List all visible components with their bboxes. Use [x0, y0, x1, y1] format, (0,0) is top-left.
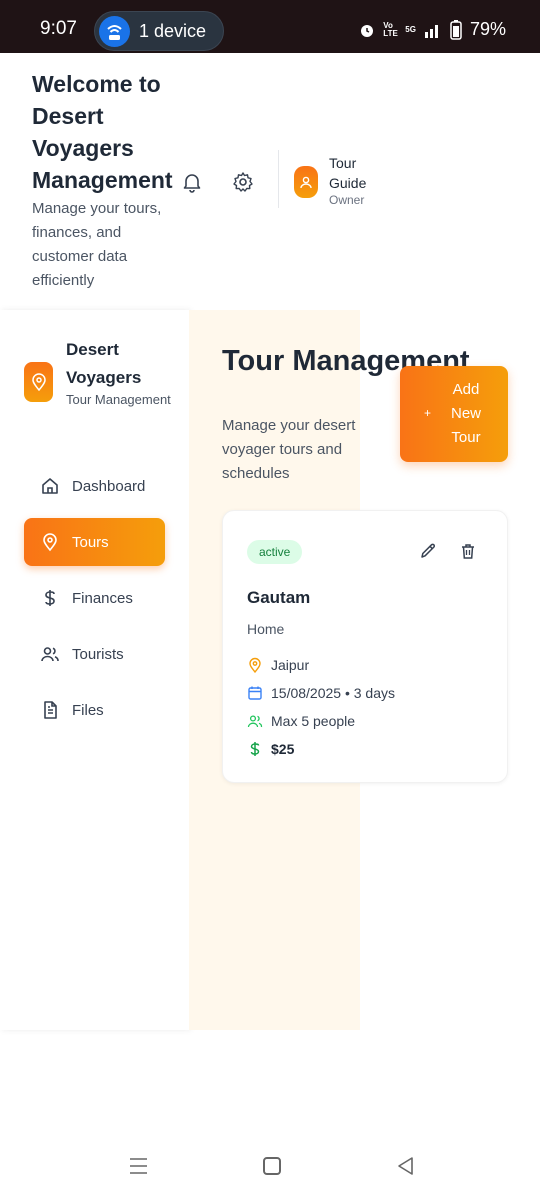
map-pin-icon	[40, 532, 60, 552]
device-count: 1 device	[139, 21, 207, 41]
system-nav-bar	[0, 1140, 540, 1200]
bell-icon[interactable]	[181, 171, 203, 193]
dollar-icon	[247, 741, 263, 757]
page-heading: Welcome to Desert Voyagers Management	[32, 71, 173, 193]
sidebar-item-tourists[interactable]: Tourists	[24, 630, 165, 678]
section-title: Tour Management	[222, 345, 470, 377]
status-time: 9:07	[40, 18, 77, 39]
tour-capacity: Max 5 people	[271, 713, 356, 729]
battery-icon	[450, 19, 462, 40]
users-icon	[40, 644, 60, 664]
device-pill[interactable]: 1 device	[94, 11, 224, 51]
user-icon	[300, 176, 312, 189]
avatar[interactable]	[294, 166, 318, 198]
tour-price: $25	[271, 741, 295, 757]
sidebar-item-dashboard[interactable]: Dashboard	[24, 462, 165, 510]
calendar-icon	[247, 685, 263, 701]
status-bar: 9:07 1 device Vo LTE 5G 79%	[0, 0, 540, 53]
header-divider	[278, 150, 279, 208]
tour-price-row: $25	[247, 739, 294, 759]
file-icon	[40, 700, 60, 720]
tour-location-row: Jaipur	[247, 655, 309, 675]
tour-capacity-row: Max 5 people	[247, 711, 355, 731]
user-role: Owner	[329, 193, 365, 207]
hotspot-icon	[99, 16, 130, 47]
home-button-icon[interactable]	[263, 1157, 281, 1175]
brand-logo	[24, 362, 53, 402]
sidebar-item-label: Files	[72, 701, 104, 719]
map-pin-icon	[31, 373, 46, 391]
user-name: Tour Guide	[329, 155, 367, 191]
brand-name: Desert Voyagers	[66, 340, 142, 387]
volte-label: Vo LTE	[383, 20, 398, 38]
edit-icon[interactable]	[419, 542, 437, 560]
sidebar-item-files[interactable]: Files	[24, 686, 165, 734]
tour-date-row: 15/08/2025 • 3 days	[247, 683, 395, 703]
section-subtitle: Manage your desert voyager tours and sch…	[222, 417, 356, 482]
page-subheading: Manage your tours, finances, and custome…	[32, 200, 162, 289]
map-pin-icon	[247, 657, 263, 673]
tour-name: Gautam	[247, 588, 311, 607]
recent-apps-icon[interactable]	[129, 1157, 148, 1175]
sidebar-item-label: Tours	[72, 533, 109, 551]
trash-icon[interactable]	[459, 542, 477, 560]
home-icon	[40, 476, 60, 496]
add-tour-button[interactable]: + Add New Tour	[400, 366, 508, 462]
alarm-icon	[361, 24, 374, 37]
tour-date: 15/08/2025 • 3 days	[271, 685, 395, 701]
brand-subtitle: Tour Management	[66, 392, 171, 407]
tour-type: Home	[247, 621, 285, 637]
users-icon	[247, 713, 263, 729]
sidebar-item-label: Dashboard	[72, 477, 146, 495]
back-icon[interactable]	[396, 1156, 414, 1176]
plus-icon: +	[424, 406, 432, 420]
network-label: 5G	[405, 24, 416, 34]
battery-percent: 79%	[469, 19, 506, 39]
gear-icon[interactable]	[232, 171, 254, 193]
sidebar-item-tours[interactable]: Tours	[24, 518, 165, 566]
sidebar-item-label: Finances	[72, 589, 133, 607]
sidebar: Desert Voyagers Tour Management Dashboar…	[0, 310, 189, 1030]
dollar-icon	[40, 588, 60, 608]
tour-card[interactable]: active Gautam Home Jaipur 15/08/2025 • 3…	[222, 510, 508, 783]
status-badge: active	[247, 540, 303, 564]
sidebar-item-finances[interactable]: Finances	[24, 574, 165, 622]
sidebar-item-label: Tourists	[72, 645, 124, 663]
tour-location: Jaipur	[271, 657, 310, 673]
signal-icon	[424, 24, 438, 38]
status-icons: Vo LTE 5G 79%	[359, 19, 506, 40]
add-tour-label: Add New Tour	[450, 381, 481, 446]
